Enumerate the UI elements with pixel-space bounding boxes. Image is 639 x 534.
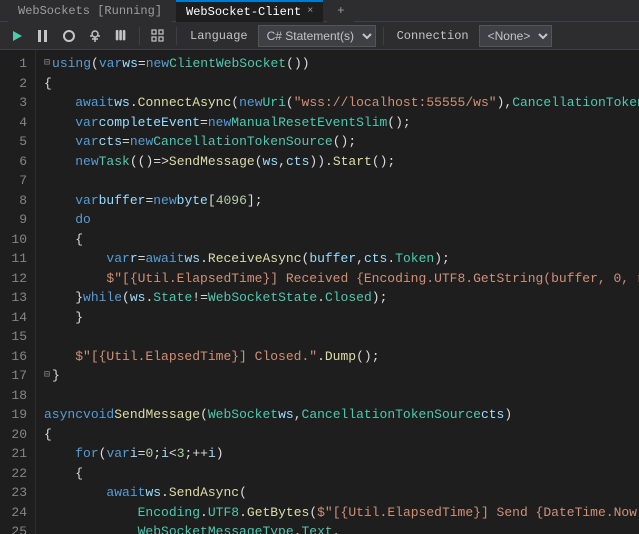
code-line-19: async void SendMessage(WebSocket ws, Can… xyxy=(44,405,639,425)
tab-websocket-client[interactable]: WebSocket-Client × xyxy=(176,0,323,22)
line-number-19: 19 xyxy=(0,405,35,425)
code-line-24: Encoding.UTF8.GetBytes($"[{Util.ElapsedT… xyxy=(44,503,639,523)
line-number-2: 2 xyxy=(0,74,35,94)
code-line-25: WebSocketMessageType.Text, xyxy=(44,522,639,534)
code-line-5: var cts = new CancellationTokenSource(); xyxy=(44,132,639,152)
cancel-button[interactable] xyxy=(58,25,80,47)
code-line-3: await ws.ConnectAsync(new Uri("wss://loc… xyxy=(44,93,639,113)
line-number-1: 1 xyxy=(0,54,35,74)
close-icon[interactable]: × xyxy=(307,6,313,17)
run-button[interactable] xyxy=(6,25,28,47)
code-line-4: var completeEvent = new ManualResetEvent… xyxy=(44,113,639,133)
language-select[interactable]: C# Statement(s) xyxy=(258,25,376,47)
code-line-14: } xyxy=(44,308,639,328)
line-number-7: 7 xyxy=(0,171,35,191)
code-line-13: } while (ws.State != WebSocketState.Clos… xyxy=(44,288,639,308)
new-tab-icon: + xyxy=(337,4,344,18)
line-number-17: 17 xyxy=(0,366,35,386)
code-line-10: { xyxy=(44,230,639,250)
code-line-2: { xyxy=(44,74,639,94)
tab-websockets-label: WebSockets [Running] xyxy=(18,4,162,18)
line-number-10: 10 xyxy=(0,230,35,250)
line-number-14: 14 xyxy=(0,308,35,328)
collapse-icon-1[interactable]: ⊟ xyxy=(44,54,50,74)
line-number-11: 11 xyxy=(0,249,35,269)
code-editor: 1234567891011121314151617181920212223242… xyxy=(0,50,639,534)
line-number-15: 15 xyxy=(0,327,35,347)
code-line-12: $"[{Util.ElapsedTime}] Received {Encodin… xyxy=(44,269,639,289)
code-line-17: ⊟} xyxy=(44,366,639,386)
line-number-9: 9 xyxy=(0,210,35,230)
pause-button[interactable] xyxy=(32,25,54,47)
code-line-16: $"[{Util.ElapsedTime}] Closed.".Dump(); xyxy=(44,347,639,367)
code-line-1: ⊟using (var ws = new ClientWebSocket()) xyxy=(44,54,639,74)
code-area[interactable]: ⊟using (var ws = new ClientWebSocket()){… xyxy=(36,50,639,534)
attach-button[interactable] xyxy=(110,25,132,47)
toolbar: Language C# Statement(s) Connection <Non… xyxy=(0,22,639,50)
line-number-23: 23 xyxy=(0,483,35,503)
line-number-5: 5 xyxy=(0,132,35,152)
collapse-icon-17[interactable]: ⊟ xyxy=(44,366,50,386)
code-line-7 xyxy=(44,171,639,191)
code-line-20: { xyxy=(44,425,639,445)
language-label: Language xyxy=(184,29,254,43)
line-number-18: 18 xyxy=(0,386,35,406)
tab-websockets[interactable]: WebSockets [Running] xyxy=(8,0,172,22)
line-number-13: 13 xyxy=(0,288,35,308)
line-number-20: 20 xyxy=(0,425,35,445)
tab-new[interactable]: + xyxy=(327,0,354,22)
line-number-8: 8 xyxy=(0,191,35,211)
separator-2 xyxy=(176,27,177,45)
connection-select[interactable]: <None> xyxy=(479,25,552,47)
code-line-22: { xyxy=(44,464,639,484)
title-bar: WebSockets [Running] WebSocket-Client × … xyxy=(0,0,639,22)
line-number-6: 6 xyxy=(0,152,35,172)
line-number-24: 24 xyxy=(0,503,35,523)
code-line-6: new Task(() => SendMessage(ws, cts)).Sta… xyxy=(44,152,639,172)
line-number-4: 4 xyxy=(0,113,35,133)
code-line-21: for (var i = 0; i < 3; ++i) xyxy=(44,444,639,464)
code-line-18 xyxy=(44,386,639,406)
line-number-21: 21 xyxy=(0,444,35,464)
line-number-16: 16 xyxy=(0,347,35,367)
debug-button[interactable] xyxy=(84,25,106,47)
tab-websocket-client-label: WebSocket-Client xyxy=(186,5,301,19)
separator-1 xyxy=(139,27,140,45)
line-number-25: 25 xyxy=(0,522,35,534)
line-numbers: 1234567891011121314151617181920212223242… xyxy=(0,50,36,534)
connection-label: Connection xyxy=(391,29,475,43)
code-line-8: var buffer = new byte[4096]; xyxy=(44,191,639,211)
grid-button[interactable] xyxy=(147,25,169,47)
code-line-11: var r = await ws.ReceiveAsync(buffer, ct… xyxy=(44,249,639,269)
separator-3 xyxy=(383,27,384,45)
line-number-12: 12 xyxy=(0,269,35,289)
code-line-15 xyxy=(44,327,639,347)
line-number-3: 3 xyxy=(0,93,35,113)
line-number-22: 22 xyxy=(0,464,35,484)
code-line-9: do xyxy=(44,210,639,230)
code-line-23: await ws.SendAsync( xyxy=(44,483,639,503)
